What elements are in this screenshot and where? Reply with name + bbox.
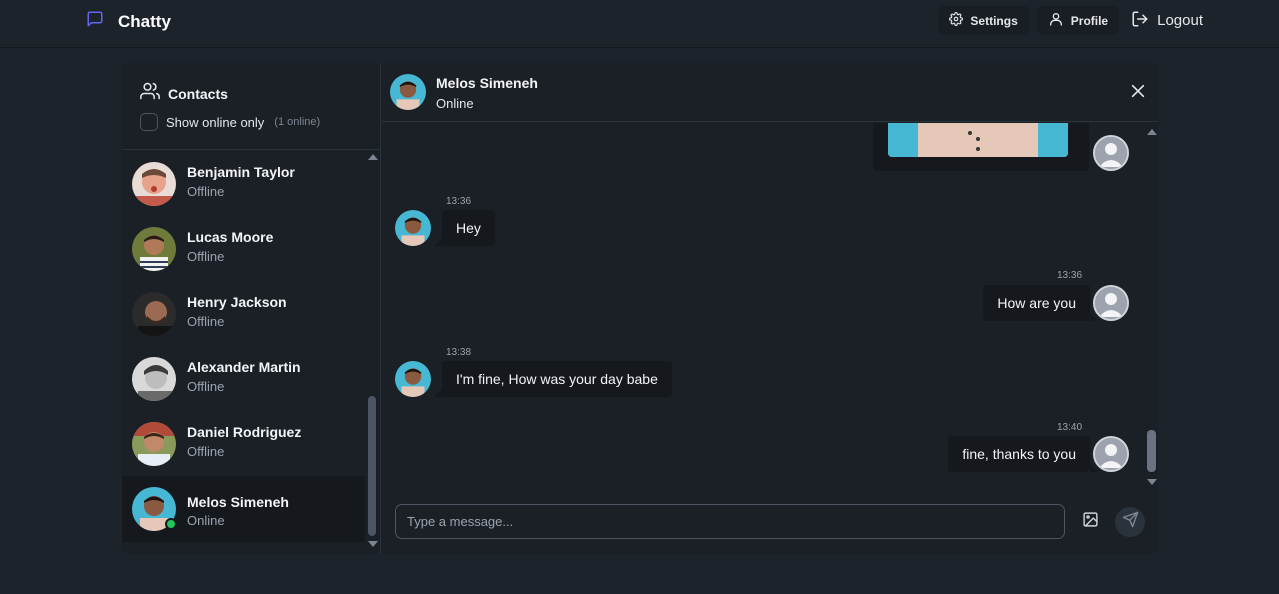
- brand-title: Chatty: [118, 11, 171, 31]
- contact-status: Offline: [187, 444, 225, 459]
- contacts-header: Contacts Show online only (1 online): [122, 63, 380, 150]
- online-only-label: Show online only: [166, 114, 265, 130]
- users-icon: [140, 81, 160, 106]
- contact-item[interactable]: Lucas Moore Offline: [122, 216, 365, 282]
- avatar: [1093, 135, 1129, 171]
- chat-panel: Melos Simeneh Online 13:36 Hey 13:36 How…: [382, 63, 1158, 554]
- message-bubble: I'm fine, How was your day babe: [434, 361, 672, 397]
- avatar: [395, 361, 431, 397]
- close-icon[interactable]: [1130, 83, 1146, 99]
- profile-label: Profile: [1070, 13, 1109, 28]
- contacts-sidebar: Contacts Show online only (1 online) Ben…: [122, 63, 381, 554]
- message-bubble: Hey: [434, 210, 495, 246]
- scroll-up-icon[interactable]: [368, 154, 378, 160]
- gear-icon: [949, 12, 964, 29]
- contact-status: Offline: [187, 314, 225, 329]
- contact-status: Online: [187, 513, 225, 528]
- image-message: [873, 123, 1089, 171]
- scroll-thumb[interactable]: [368, 396, 376, 536]
- scroll-down-icon[interactable]: [368, 541, 378, 547]
- chat-bubble-icon: [86, 10, 104, 33]
- image-icon: [1082, 511, 1099, 533]
- user-icon: [1048, 11, 1064, 30]
- message-image[interactable]: [888, 123, 1068, 157]
- contact-item[interactable]: Henry Jackson Offline: [122, 281, 365, 347]
- contact-item[interactable]: Benjamin Taylor Offline: [122, 151, 365, 217]
- message-bubble: How are you: [983, 285, 1098, 321]
- message-time: 13:36: [1057, 270, 1083, 281]
- message-bubble: fine, thanks to you: [948, 436, 1098, 472]
- contact-name: Lucas Moore: [187, 229, 274, 245]
- avatar: [132, 162, 176, 206]
- chat-contact-name: Melos Simeneh: [436, 75, 538, 91]
- contact-status: Offline: [187, 249, 225, 264]
- logout-label: Logout: [1157, 12, 1203, 29]
- online-only-checkbox[interactable]: [140, 113, 158, 131]
- logout-icon: [1131, 10, 1149, 32]
- messages-scrollbar[interactable]: [1146, 123, 1158, 488]
- contacts-title: Contacts: [168, 85, 228, 102]
- chat-header: Melos Simeneh Online: [382, 63, 1158, 122]
- contact-name: Henry Jackson: [187, 294, 287, 310]
- contact-status: Offline: [187, 184, 225, 199]
- contact-item[interactable]: Daniel Rodriguez Offline: [122, 411, 365, 477]
- scroll-down-icon[interactable]: [1147, 479, 1157, 485]
- contact-item[interactable]: Alexander Martin Offline: [122, 346, 365, 412]
- contact-status: Offline: [187, 379, 225, 394]
- contact-item-active[interactable]: Melos Simeneh Online: [122, 476, 365, 542]
- message-time: 13:40: [1057, 422, 1083, 433]
- chat-container: Contacts Show online only (1 online) Ben…: [122, 63, 1158, 554]
- contacts-list: Benjamin Taylor Offline Lucas Moore Offl…: [122, 151, 366, 546]
- contacts-title-row: Contacts: [140, 81, 228, 106]
- avatar: [395, 210, 431, 246]
- message-input[interactable]: [395, 504, 1065, 539]
- send-icon: [1122, 511, 1139, 533]
- send-button[interactable]: [1115, 507, 1145, 537]
- avatar: [132, 422, 176, 466]
- contact-name: Melos Simeneh: [187, 494, 289, 510]
- avatar: [1093, 285, 1129, 321]
- scroll-thumb[interactable]: [1147, 430, 1156, 472]
- top-navbar: Chatty Settings Profile Logout: [0, 0, 1279, 48]
- profile-button[interactable]: Profile: [1036, 6, 1120, 35]
- avatar: [1093, 436, 1129, 472]
- avatar: [132, 357, 176, 401]
- contact-name: Benjamin Taylor: [187, 164, 295, 180]
- logout-button[interactable]: Logout: [1127, 6, 1203, 35]
- contact-name: Alexander Martin: [187, 359, 301, 375]
- attach-image-button[interactable]: [1075, 507, 1105, 537]
- online-count: (1 online): [274, 116, 321, 128]
- scroll-up-icon[interactable]: [1147, 129, 1157, 135]
- nav-actions: Settings Profile Logout: [938, 6, 1203, 35]
- chat-contact-status: Online: [436, 96, 474, 111]
- online-filter[interactable]: Show online only (1 online): [140, 113, 320, 131]
- brand[interactable]: Chatty: [86, 10, 171, 33]
- message-composer: [382, 488, 1158, 554]
- avatar: [390, 74, 426, 110]
- settings-button[interactable]: Settings: [938, 6, 1029, 35]
- message-time: 13:38: [446, 347, 472, 358]
- contact-name: Daniel Rodriguez: [187, 424, 302, 440]
- online-indicator: [165, 518, 177, 530]
- settings-label: Settings: [970, 13, 1018, 28]
- avatar: [132, 292, 176, 336]
- contacts-scrollbar[interactable]: [366, 151, 380, 554]
- message-time: 13:36: [446, 196, 472, 207]
- message-list: 13:36 Hey 13:36 How are you 13:38 I'm fi…: [382, 123, 1158, 488]
- avatar: [132, 227, 176, 271]
